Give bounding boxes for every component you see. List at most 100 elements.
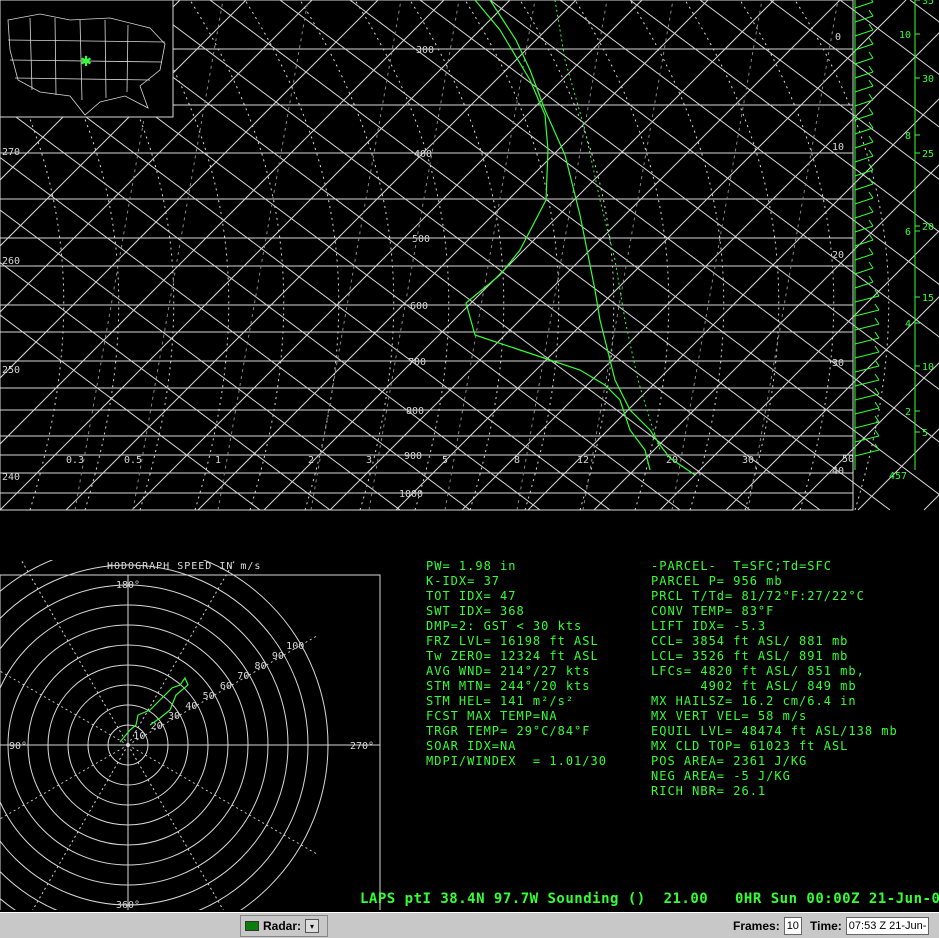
speed-ring-label: 100 [286,641,304,652]
index-line: PRCL T/Td= 81/72°F:27/22°C [651,589,865,603]
index-line: DMP=2: GST < 30 kts [426,619,583,633]
sounding-title: LAPS ptI 38.4N 97.7W Sounding () 21.00 0… [360,891,939,907]
wind-barb [854,393,880,401]
time-control: Time: 07:53 Z 21-Jun- [810,917,930,935]
wind-barb-flag [874,359,880,367]
wind-barb [854,85,874,93]
wind-barb-flag [874,345,880,353]
mixing-ratio-label: 2 [308,455,314,466]
wind-barb-flag [874,373,880,381]
wind-barb [854,239,874,247]
index-line: POS AREA= 2361 J/KG [651,754,808,768]
wind-barb-flag [874,429,880,437]
index-line: AVG WND= 214°/27 kts [426,664,591,678]
wind-barb-flag [874,317,880,325]
wind-barb-flag [871,0,874,3]
dewpoint-profile-line [465,0,651,471]
stability-indices-left: PW= 1.98 in K-IDX= 37 TOT IDX= 47 SWT IDX= … [426,559,607,769]
height-kft-label: 30 [922,74,934,85]
wind-barb [854,127,874,135]
index-line: MDPI/WINDEX = 1.01/30 [426,754,607,768]
wind-barb [854,141,874,149]
height-km-label: 8 [905,131,911,142]
wind-barb-flag [868,107,874,115]
wind-barb [854,253,874,261]
hodograph-radial [127,560,236,746]
dry-adiabat-line [419,0,939,390]
radar-control[interactable]: Radar: ▾ [240,915,328,937]
index-line: MX CLD TOP= 61023 ft ASL [651,739,849,753]
pressure-label: 600 [410,301,428,312]
wind-barb-flag [868,65,874,73]
pressure-label: 500 [412,234,430,245]
wind-barb [854,99,874,107]
temperature-label: 40 [832,466,844,477]
mixing-ratio-line [747,0,839,511]
mixing-ratio-label: 20 [666,455,678,466]
wind-barb-flag [868,191,874,199]
wind-barb-flag [868,149,874,157]
skew-t-diagram: 30040050060070080090010000.30.5123581220… [0,0,939,511]
isotherm-line [461,32,939,511]
moist-adiabat-line [739,0,835,511]
index-line: PARCEL P= 956 mb [651,574,783,588]
moist-adiabat-line [464,0,560,511]
height-km-label: 4 [905,319,911,330]
mixing-ratio-label: 8 [514,455,520,466]
wind-barb [854,407,880,415]
mixing-ratio-label: 12 [577,455,589,466]
hodograph-dir-top: 180° [116,580,140,591]
temperature-label: 20 [832,250,844,261]
index-line: MX VERT VEL= 58 m/s [651,709,808,723]
isotherm-line [329,0,841,511]
height-kft-label: 10 [922,362,934,373]
wind-barb-flag [874,387,880,395]
wind-barb-flag [868,219,874,227]
hodograph: 180°90° 270°360°102030405060708090100 [0,560,381,910]
isotherm-line [659,230,939,511]
speed-ring-label: 10 [133,731,145,742]
speed-ring-label: 80 [255,661,267,672]
index-line: MX HAILSZ= 16.2 cm/6.4 in [651,694,857,708]
speed-ring-label: 70 [237,671,249,682]
height-kft-label: 25 [922,149,934,160]
time-field[interactable]: 07:53 Z 21-Jun- [845,917,930,935]
speed-ring-label: 60 [220,681,232,692]
parcel-indices-right: -PARCEL- T=SFC;Td=SFC PARCEL P= 956 mb PRC… [651,559,898,799]
index-line: 4902 ft ASL/ 849 mb [651,679,857,693]
moist-adiabat-line [519,0,615,511]
mixing-ratio-label: 30 [742,455,754,466]
radar-indicator-icon[interactable] [245,921,259,931]
index-line: K-IDX= 37 [426,574,501,588]
wind-barb [854,15,874,23]
speed-ring-label: 30 [168,711,180,722]
index-line: EQUIL LVL= 48474 ft ASL/138 mb [651,724,898,738]
temperature-label: 30 [832,358,844,369]
index-line: SWT IDX= 368 [426,604,525,618]
height-km-label: 10 [899,30,911,41]
index-line: FRZ LVL= 16198 ft ASL [426,634,599,648]
radar-menu-button[interactable]: ▾ [305,919,320,933]
wind-barb [854,267,874,275]
wind-barb-flag [868,177,874,185]
temperature-label: 10 [832,142,844,153]
isotherm-line [593,164,939,511]
wind-barb [854,183,874,191]
height-kft-label: 5 [922,428,928,439]
index-line: TOT IDX= 47 [426,589,517,603]
wind-barb [854,155,874,163]
wind-barb [854,435,880,443]
wind-barb [854,295,880,303]
wind-barb-flag [868,79,874,87]
hodograph-dir-left: 90° [9,741,27,752]
wind-barb [854,43,874,51]
mixing-ratio-label: 5 [442,455,448,466]
wind-barb-flag [868,51,874,59]
frames-field[interactable]: 10 [783,917,802,935]
index-line: STM HEL= 141 m²/s² [426,694,575,708]
wind-barb-flag [868,205,874,213]
status-bar: Radar: ▾ Frames: 10 Time: 07:53 Z 21-Jun… [0,912,939,938]
index-line: LCL= 3526 ft ASL/ 891 mb [651,649,849,663]
wind-barb-flag [868,275,874,283]
index-line: TRGR TEMP= 29°C/84°F [426,724,591,738]
